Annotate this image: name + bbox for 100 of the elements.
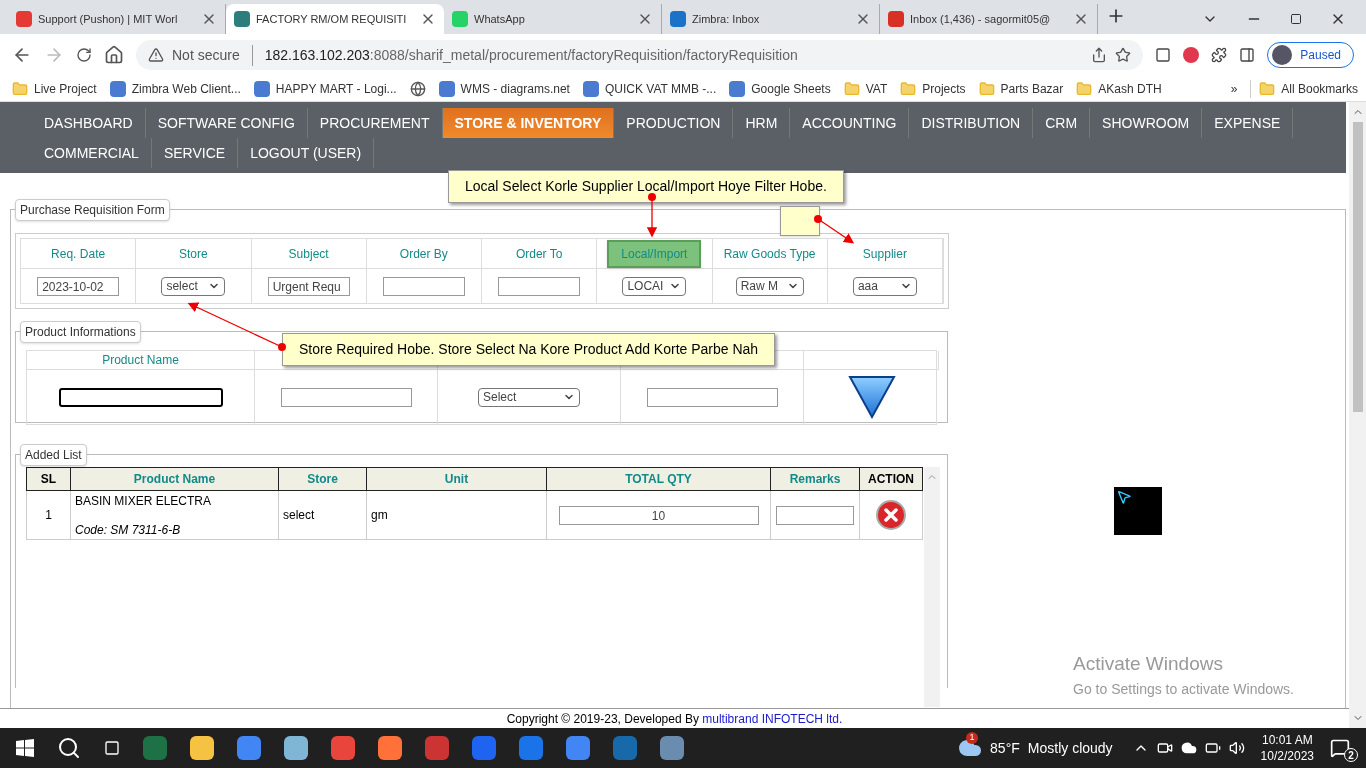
extension-icon[interactable] [1183,47,1200,63]
scrollbar-thumb[interactable] [1352,122,1363,412]
battery-icon[interactable] [1204,740,1221,756]
bookmark-item[interactable]: WMS - diagrams.net [438,79,570,98]
camera-icon[interactable] [1156,740,1173,756]
taskbar-app-icon[interactable] [660,736,684,760]
folder-icon [12,80,28,97]
table-cell: gm [366,490,547,540]
bookmark-item[interactable]: QUICK VAT MMB -... [582,79,717,98]
more-bookmarks-button[interactable]: » [1230,79,1238,98]
leader-line [646,193,658,238]
select-field[interactable]: Raw M [735,276,804,296]
scrollbar[interactable] [1349,102,1366,728]
taskbar-app-icon[interactable] [566,736,590,760]
folder-icon [1259,80,1276,97]
delete-icon[interactable] [876,500,906,530]
input-field[interactable] [58,387,223,407]
folder-icon [1076,80,1093,97]
table-cell: 1 [26,490,71,540]
taskbar-app-icon[interactable] [378,736,402,760]
field-label: Local/Import [607,239,702,268]
taskbar-app-icon[interactable] [331,736,355,760]
product-name: BASIN MIXER ELECTRA [75,493,213,510]
bookmark-item[interactable]: All Bookmarks [1250,79,1358,98]
share-icon[interactable] [1091,47,1108,63]
footer-link[interactable]: multibrand INFOTECH ltd. [702,711,843,726]
star-icon[interactable] [1115,47,1132,63]
taskbar-app-icon[interactable] [190,736,214,760]
weather-text[interactable]: Mostly cloudy [1027,737,1113,759]
extensions-icon[interactable] [1211,47,1228,63]
bookmark-item[interactable]: HAPPY MART - Logi... [253,79,397,98]
column-header: TOTAL QTY [546,467,771,491]
reload-icon[interactable] [76,47,92,63]
nav-menu-item[interactable]: SERVICE [151,138,239,168]
weather-badge: 1 [966,732,979,744]
bookmark-item[interactable]: Zimbra Web Client... [109,79,241,98]
extension-icon[interactable] [1155,47,1172,63]
clock-date[interactable]: 10/2/2023 [1260,748,1314,764]
add-triangle-icon[interactable] [847,375,896,419]
taskbar-app-icon[interactable] [284,736,308,760]
input-field[interactable] [382,276,465,296]
nav-menu-item[interactable]: ACCOUNTING [790,108,910,138]
side-panel-icon[interactable] [1239,47,1256,63]
nav-menu-item[interactable]: SHOWROOM [1090,108,1203,138]
product-code: Code: SM 7311-6-B [75,522,182,539]
bookmark-item[interactable]: AKash DTH [1076,79,1162,98]
nav-menu-item[interactable]: PROCUREMENT [307,108,443,138]
nav-menu-item[interactable]: HRM [733,108,791,138]
input-field[interactable]: 2023-10-02 [37,276,120,296]
notifications-icon[interactable] [1330,738,1350,758]
taskbar-app-icon[interactable] [237,736,261,760]
cursor-icon [1116,489,1132,505]
nav-menu-item[interactable]: DASHBOARD [32,108,146,138]
bookmark-item[interactable]: Projects [900,79,966,98]
task-view-icon[interactable] [104,740,120,756]
select-field[interactable]: LOCAI [622,276,687,296]
scrollbar[interactable] [924,467,940,707]
fieldset-legend: Product Informations [20,321,141,343]
bookmark-item[interactable] [409,80,426,97]
input-field[interactable] [498,276,581,296]
cloud-icon[interactable] [1180,740,1197,756]
column-header: Store [278,467,367,491]
site-icon [438,80,455,97]
blank-note [780,206,820,236]
folder-icon [843,80,860,97]
field-label: Order By [399,245,448,263]
column-header: Remarks [770,467,860,491]
search-icon[interactable] [57,736,81,760]
remarks-field[interactable] [776,505,854,525]
weather-temperature[interactable]: 85°F [990,737,1020,759]
bookmark-item[interactable]: Live Project [12,79,97,98]
site-icon [452,11,468,27]
nav-menu-item[interactable]: CRM [1033,108,1091,138]
nav-menu-item[interactable]: LOGOUT (USER) [238,138,375,168]
nav-menu-item[interactable]: EXPENSE [1202,108,1294,138]
input-field[interactable] [280,387,412,407]
select-field[interactable]: select [161,276,226,296]
globe-icon [409,80,426,97]
input-field[interactable]: Urgent Requ [267,276,350,296]
restore-icon[interactable] [1290,13,1302,25]
callout-note: Local Select Korle Supplier Local/Import Hoye Filter Hobe. [448,170,844,203]
site-icon [582,80,599,97]
footer-text: Copyright © 2019-23, Developed By multibrand INFOTECH ltd. [506,710,843,728]
clock-time[interactable]: 10:01 AM [1261,732,1313,748]
bookmark-item[interactable]: VAT [843,79,888,98]
home-icon[interactable] [104,45,124,65]
windows-start-icon[interactable] [16,739,34,757]
bookmark-item[interactable]: Google Sheets [729,79,831,98]
address-field[interactable]: Not secure 182.163.102.203:8088/sharif_metal/procurement/factoryRequisition/factoryRequisition [136,40,1144,70]
volume-icon[interactable] [1228,740,1245,756]
nav-menu-item[interactable]: DISTRIBUTION [909,108,1034,138]
nav-menu-item[interactable]: SOFTWARE CONFIG [145,108,308,138]
input-field[interactable] [646,387,778,407]
quantity-field[interactable]: 10 [558,505,759,525]
nav-menu-item[interactable]: COMMERCIAL [32,138,152,168]
select-field[interactable]: aaa [852,276,917,296]
select-field[interactable]: Select [478,387,580,407]
browser-tab[interactable]: FACTORY RM/OM REQUISITI [226,4,444,34]
bookmark-item[interactable]: Parts Bazar [978,79,1064,98]
nav-menu-item[interactable]: PRODUCTION [614,108,734,138]
